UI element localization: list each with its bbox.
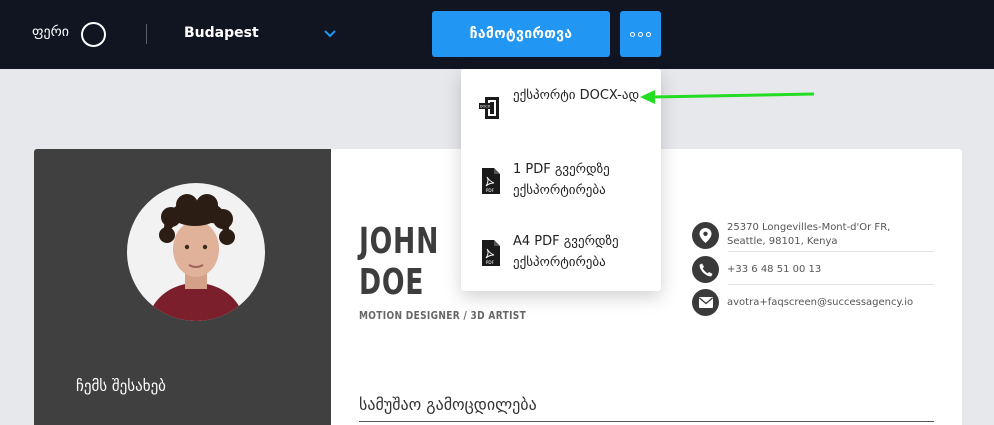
- avatar-photo: [127, 183, 265, 321]
- pdf-file-icon: PDF: [482, 168, 500, 194]
- docx-icon-text: DOCX: [480, 105, 491, 109]
- address-line-1: 25370 Longevilles-Mont-d'Or FR,: [727, 222, 891, 233]
- contact-address: 25370 Longevilles-Mont-d'Or FR, Seattle,…: [692, 221, 934, 249]
- work-experience-heading: სამუშაო გამოცდილება: [359, 395, 537, 414]
- color-picker-swatch[interactable]: [81, 22, 106, 47]
- divider: [728, 284, 934, 285]
- color-label: ფერი: [32, 24, 70, 40]
- docx-file-icon: DOCX: [479, 97, 499, 119]
- download-button[interactable]: ჩამოტვირთვა: [432, 11, 610, 57]
- resume-name: JOHN DOE: [359, 221, 439, 303]
- location-pin-icon: [692, 221, 719, 249]
- more-options-button[interactable]: [620, 11, 661, 57]
- contact-address-text: 25370 Longevilles-Mont-d'Or FR, Seattle,…: [727, 221, 890, 249]
- about-me-heading: ჩემს შესახებ: [76, 377, 166, 395]
- menu-item-label: A4 PDF გვერდზე ექსპორტირება: [513, 234, 619, 270]
- email-text: avotra+faqscreen@successagency.io: [727, 296, 914, 308]
- phone-icon: [692, 256, 719, 283]
- pdf-icon-text: PDF: [486, 188, 495, 193]
- export-dropdown-menu: DOCX ექსპორტი DOCX-ად PDF 1 PDF გვერდზე …: [461, 69, 661, 291]
- more-dots-icon: [638, 31, 643, 37]
- job-title: MOTION DESIGNER / 3D ARTIST: [359, 309, 527, 322]
- first-name: JOHN: [359, 221, 440, 262]
- contact-phone: +33 6 48 51 00 13: [692, 256, 934, 283]
- avatar: [127, 183, 265, 321]
- menu-item-export-pdf-a4[interactable]: PDF A4 PDF გვერდზე ექსპორტირება: [461, 221, 661, 287]
- phone-text: +33 6 48 51 00 13: [727, 263, 822, 275]
- divider: [728, 251, 934, 252]
- menu-item-export-docx[interactable]: DOCX ექსპორტი DOCX-ად: [461, 77, 661, 143]
- pdf-file-icon: PDF: [482, 240, 500, 266]
- section-divider: [359, 421, 934, 422]
- resume-sidebar: ჩემს შესახებ: [34, 149, 331, 425]
- top-bar: ფერი Budapest ჩამოტვირთვა: [0, 0, 994, 69]
- chevron-down-icon[interactable]: [322, 26, 338, 40]
- annotation-arrow-icon: [640, 90, 815, 104]
- menu-item-label: ექსპორტი DOCX-ად: [513, 88, 640, 103]
- menu-item-export-pdf-single[interactable]: PDF 1 PDF გვერდზე ექსპორტირება: [461, 149, 661, 215]
- more-dots-icon: [630, 31, 635, 37]
- contact-email: avotra+faqscreen@successagency.io: [692, 289, 934, 316]
- envelope-icon: [692, 289, 719, 316]
- pdf-icon-text: PDF: [486, 260, 495, 265]
- more-dots-icon: [646, 31, 651, 37]
- address-line-2: Seattle, 98101, Kenya: [727, 236, 838, 247]
- menu-item-label: 1 PDF გვერდზე ექსპორტირება: [513, 162, 610, 198]
- template-name[interactable]: Budapest: [184, 25, 259, 41]
- last-name: DOE: [359, 262, 425, 303]
- divider: [146, 24, 147, 44]
